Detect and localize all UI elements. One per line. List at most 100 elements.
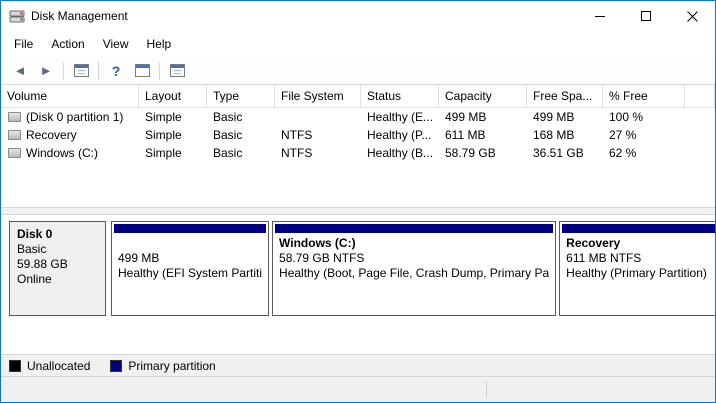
legend-label-primary-partition: Primary partition (128, 359, 215, 373)
disk-graphical-panel: Disk 0 Basic 59.88 GB Online 499 MB Heal… (1, 215, 715, 354)
volume-row-disk0-partition1[interactable]: (Disk 0 partition 1) Simple Basic Health… (1, 108, 715, 126)
volume-type: Basic (207, 126, 275, 144)
volume-free-space: 36.51 GB (527, 144, 603, 162)
column-header-type[interactable]: Type (207, 85, 275, 108)
views-button[interactable] (165, 60, 189, 82)
help-button[interactable]: ? (104, 60, 128, 82)
status-bar (1, 376, 715, 402)
maximize-button[interactable] (623, 1, 669, 31)
disk-0-label-box[interactable]: Disk 0 Basic 59.88 GB Online (9, 221, 106, 316)
minimize-icon (595, 16, 605, 17)
panel-splitter[interactable] (1, 207, 715, 215)
back-button[interactable]: ◄ (8, 60, 32, 82)
partition-name: Windows (C:) (279, 236, 549, 251)
partition-color-bar (275, 224, 553, 233)
disk-0-row: Disk 0 Basic 59.88 GB Online 499 MB Heal… (9, 221, 707, 316)
volume-list-panel: Volume Layout Type File System Status Ca… (1, 85, 715, 207)
toolbar-separator (63, 62, 64, 80)
column-header-blank (685, 85, 715, 108)
volume-free-space: 168 MB (527, 126, 603, 144)
column-header-pct-free[interactable]: % Free (603, 85, 685, 108)
volume-capacity: 58.79 GB (439, 144, 527, 162)
back-icon: ◄ (14, 64, 27, 77)
disk-type: Basic (17, 242, 98, 257)
legend-bar: Unallocated Primary partition (1, 354, 715, 376)
window-controls (577, 1, 715, 31)
volume-capacity: 611 MB (439, 126, 527, 144)
partition-efi[interactable]: 499 MB Healthy (EFI System Partiti (111, 221, 269, 316)
volume-pct-free: 100 % (603, 108, 685, 126)
partition-color-bar (114, 224, 266, 233)
volume-layout: Simple (139, 126, 207, 144)
menu-view[interactable]: View (94, 33, 138, 55)
menu-help[interactable]: Help (138, 33, 181, 55)
column-header-file-system[interactable]: File System (275, 85, 361, 108)
volume-table-header: Volume Layout Type File System Status Ca… (1, 85, 715, 108)
toolbar-separator (159, 62, 160, 80)
toolbar-separator (98, 62, 99, 80)
volume-name: Windows (C:) (26, 146, 98, 160)
properties-icon (135, 64, 150, 77)
volume-pct-free: 62 % (603, 144, 685, 162)
forward-icon: ► (40, 64, 53, 77)
primary-partition-swatch (110, 360, 122, 372)
column-header-free-space[interactable]: Free Spa... (527, 85, 603, 108)
console-tree-icon (74, 64, 89, 77)
partition-name: Recovery (566, 236, 712, 251)
disk-size: 59.88 GB (17, 257, 98, 272)
volume-row-recovery[interactable]: Recovery Simple Basic NTFS Healthy (P...… (1, 126, 715, 144)
volume-status: Healthy (B... (361, 144, 439, 162)
column-header-volume[interactable]: Volume (1, 85, 139, 108)
partition-name (118, 236, 262, 251)
column-header-layout[interactable]: Layout (139, 85, 207, 108)
titlebar[interactable]: Disk Management (1, 1, 715, 31)
partition-color-bar (562, 224, 715, 233)
volume-layout: Simple (139, 108, 207, 126)
close-icon (687, 11, 698, 22)
partition-size: 611 MB NTFS (566, 251, 712, 266)
partition-status: Healthy (EFI System Partiti (118, 266, 262, 281)
volume-icon (8, 130, 21, 140)
menubar: File Action View Help (1, 31, 715, 57)
maximize-icon (641, 11, 651, 21)
disk-name: Disk 0 (17, 227, 98, 242)
volume-file-system (275, 108, 361, 126)
status-bar-separator (486, 381, 487, 398)
column-header-capacity[interactable]: Capacity (439, 85, 527, 108)
menu-action[interactable]: Action (42, 33, 93, 55)
partition-windows-c[interactable]: Windows (C:) 58.79 GB NTFS Healthy (Boot… (272, 221, 556, 316)
volume-row-windows-c[interactable]: Windows (C:) Simple Basic NTFS Healthy (… (1, 144, 715, 162)
column-header-status[interactable]: Status (361, 85, 439, 108)
help-icon: ? (112, 63, 121, 79)
volume-name: (Disk 0 partition 1) (26, 110, 123, 124)
partition-status: Healthy (Boot, Page File, Crash Dump, Pr… (279, 266, 549, 281)
disk-status: Online (17, 272, 98, 287)
volume-icon (8, 148, 21, 158)
show-console-tree-button[interactable] (69, 60, 93, 82)
unallocated-swatch (9, 360, 21, 372)
window-title: Disk Management (31, 9, 128, 23)
partitions-strip: 499 MB Healthy (EFI System Partiti Windo… (111, 221, 714, 316)
volume-capacity: 499 MB (439, 108, 527, 126)
minimize-button[interactable] (577, 1, 623, 31)
partition-status: Healthy (Primary Partition) (566, 266, 712, 281)
volume-layout: Simple (139, 144, 207, 162)
disk-management-window: Disk Management File Action View Help ◄ … (0, 0, 716, 403)
close-button[interactable] (669, 1, 715, 31)
partition-recovery[interactable]: Recovery 611 MB NTFS Healthy (Primary Pa… (559, 221, 715, 316)
volume-type: Basic (207, 144, 275, 162)
menu-file[interactable]: File (5, 33, 42, 55)
volume-status: Healthy (P... (361, 126, 439, 144)
forward-button[interactable]: ► (34, 60, 58, 82)
legend-label-unallocated: Unallocated (27, 359, 90, 373)
partition-size: 499 MB (118, 251, 262, 266)
toolbar: ◄ ► ? (1, 57, 715, 85)
volume-name: Recovery (26, 128, 77, 142)
partition-size: 58.79 GB NTFS (279, 251, 549, 266)
volume-status: Healthy (E... (361, 108, 439, 126)
volume-icon (8, 112, 21, 122)
volume-file-system: NTFS (275, 144, 361, 162)
properties-button[interactable] (130, 60, 154, 82)
views-icon (170, 64, 185, 77)
volume-free-space: 499 MB (527, 108, 603, 126)
